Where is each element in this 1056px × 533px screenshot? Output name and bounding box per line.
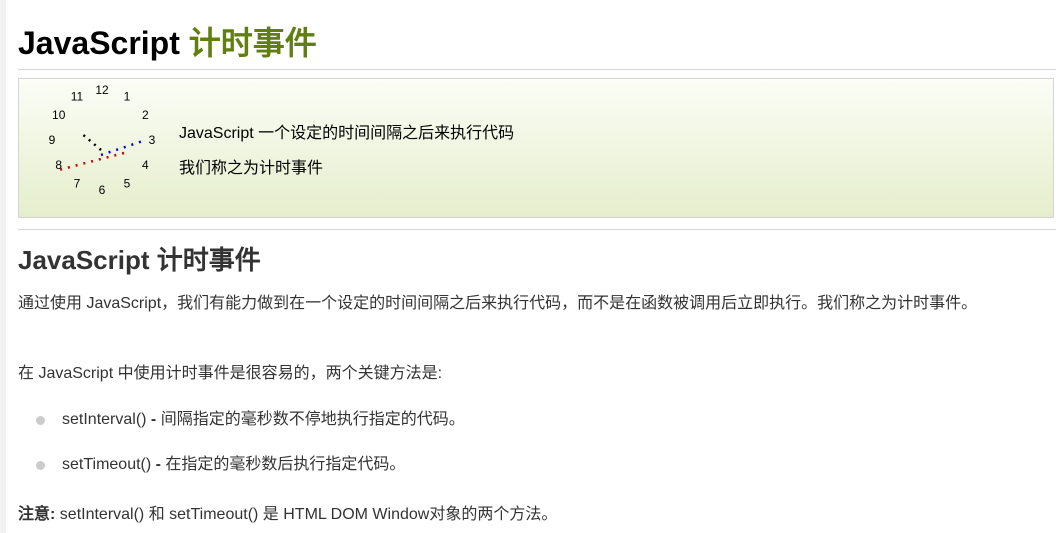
intro-text: JavaScript 一个设定的时间间隔之后来执行代码 我们称之为计时事件	[179, 119, 514, 189]
intro-line-1: JavaScript 一个设定的时间间隔之后来执行代码	[179, 125, 515, 142]
page-title-accent: 计时事件	[188, 25, 317, 61]
clock-number: 6	[99, 183, 106, 197]
hour-hand	[80, 132, 102, 151]
method-description: 间隔指定的毫秒数不停地执行指定的代码。	[160, 411, 465, 428]
clock-icon: 12 1234567891011	[49, 83, 156, 197]
page-title-main: JavaScript	[18, 25, 180, 61]
clock-number: 12	[95, 83, 109, 97]
intro-box: 12 1 2 3 4 5 6 7 8 9 10 11 JavaScript 一个设定的时间间隔之后来执…	[18, 78, 1054, 218]
section-heading: JavaScript 计时事件	[18, 245, 261, 275]
paragraph-methods-lead: 在 JavaScript 中使用计时事件是很容易的，两个关键方法是:	[18, 365, 443, 382]
paragraph-intro: 通过使用 JavaScript，我们有能力做到在一个设定的时间间隔之后来执行代码…	[18, 295, 978, 312]
title-divider	[18, 69, 1056, 70]
method-separator: -	[146, 411, 161, 428]
page-title: JavaScript 计时事件	[18, 18, 317, 64]
bullet-icon	[36, 461, 45, 470]
section-divider	[18, 229, 1056, 230]
clock-number: 7	[74, 176, 81, 190]
left-border-strip	[0, 0, 6, 533]
methods-list: setInterval() - 间隔指定的毫秒数不停地执行指定的代码。 setT…	[18, 400, 465, 490]
note-text: setInterval() 和 setTimeout() 是 HTML DOM …	[55, 506, 558, 523]
clock-number: 10	[52, 108, 66, 122]
method-separator: -	[151, 456, 166, 473]
bullet-icon	[36, 416, 45, 425]
note-label: 注意:	[18, 506, 56, 523]
clock-number: 4	[142, 158, 149, 172]
clock-number: 11	[71, 90, 84, 104]
clock-number: 5	[124, 176, 131, 190]
note: 注意: setInterval() 和 setTimeout() 是 HTML …	[18, 500, 557, 524]
clock-number: 9	[49, 133, 56, 147]
intro-line-2: 我们称之为计时事件	[179, 160, 324, 177]
clock-number: 1	[124, 90, 131, 104]
method-name: setTimeout()	[62, 456, 152, 473]
list-item: setInterval() - 间隔指定的毫秒数不停地执行指定的代码。	[18, 400, 465, 445]
clock-number: 2	[142, 108, 149, 122]
second-hand	[54, 151, 125, 173]
method-name: setInterval()	[62, 411, 147, 428]
clock-number: 3	[149, 133, 156, 147]
method-description: 在指定的毫秒数后执行指定代码。	[165, 456, 406, 473]
list-item: setTimeout() - 在指定的毫秒数后执行指定代码。	[18, 445, 465, 490]
